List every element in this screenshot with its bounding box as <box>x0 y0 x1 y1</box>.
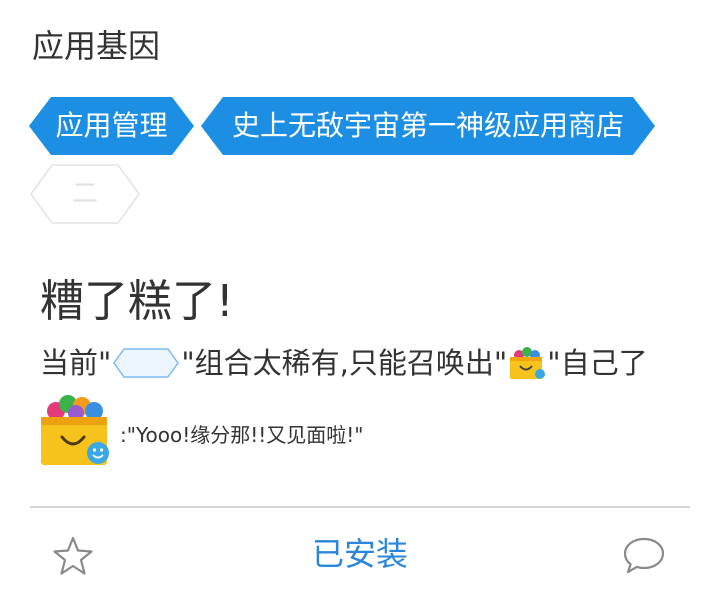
error-message-suffix: "自己了 <box>547 346 648 380</box>
app-store-logo-icon <box>38 393 112 467</box>
tag-empty-label: 二 <box>71 179 98 209</box>
favorite-button[interactable] <box>52 535 94 577</box>
installed-button[interactable]: 已安装 <box>260 528 460 580</box>
star-icon <box>53 536 93 575</box>
bottom-bar: 已安装 <box>0 508 719 598</box>
quote-row: :"Yooo!缘分那!!又见面啦!" <box>38 392 363 468</box>
error-title: 糟了糕了! <box>40 276 234 327</box>
comment-icon <box>623 537 665 574</box>
tag-empty-hex[interactable]: 二 <box>30 164 140 224</box>
empty-hex-icon <box>113 348 180 378</box>
error-message-mid: "组合太稀有,只能召唤出" <box>181 346 508 380</box>
error-message: 当前" "组合太稀有,只能召唤出" "自己了 <box>40 340 648 386</box>
gift-bag-icon <box>508 346 546 380</box>
comment-button[interactable] <box>622 535 666 577</box>
error-message-prefix: 当前" <box>40 346 112 380</box>
tag-app-management[interactable]: 应用管理 <box>29 97 194 155</box>
quote-text: :"Yooo!缘分那!!又见面啦!" <box>120 422 364 447</box>
page-title: 应用基因 <box>32 27 161 65</box>
tag-app-store[interactable]: 史上无敌宇宙第一神级应用商店 <box>201 97 655 155</box>
